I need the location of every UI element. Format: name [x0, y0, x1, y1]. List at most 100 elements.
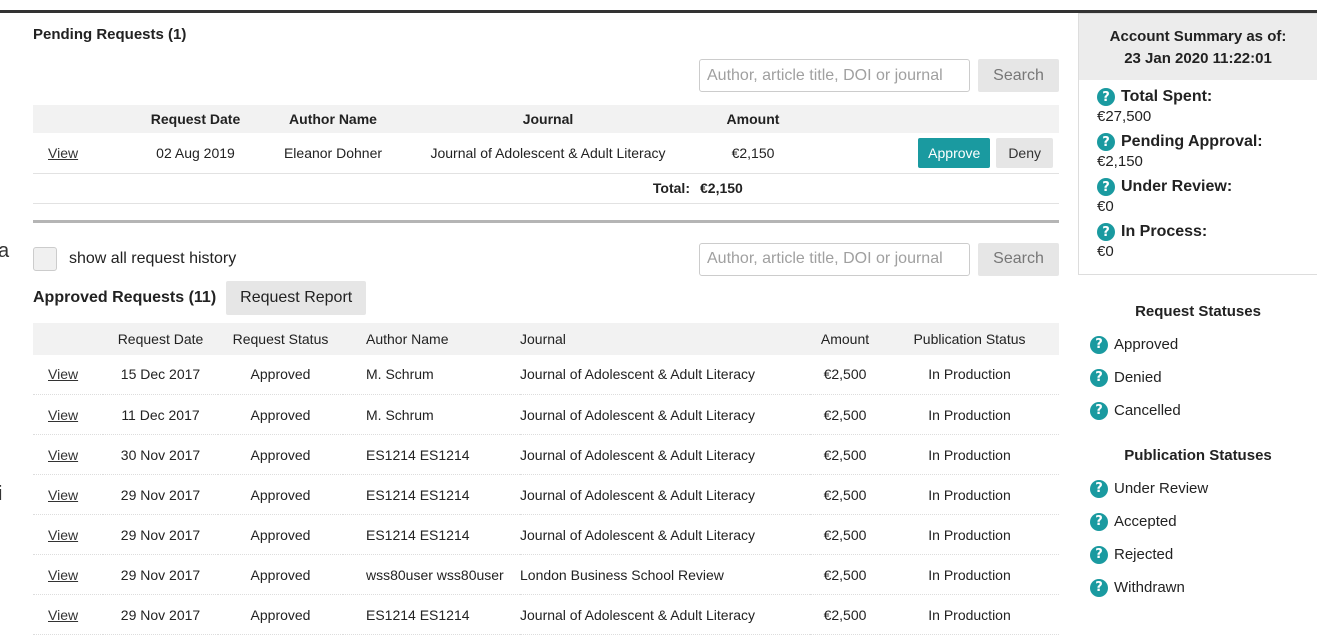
amount: €2,500 [810, 394, 880, 435]
account-sidebar: Account Summary as of: 23 Jan 2020 11:22… [1078, 13, 1317, 604]
account-summary-title: Account Summary as of: [1109, 28, 1287, 45]
request-date: 29 Nov 2017 [103, 554, 218, 595]
view-link[interactable]: View [48, 447, 78, 463]
deny-button[interactable]: Deny [996, 137, 1053, 168]
show-history-option[interactable]: show all request history [33, 247, 236, 271]
publication-status: In Production [880, 394, 1059, 435]
account-summary: Account Summary as of: 23 Jan 2020 11:22… [1078, 13, 1317, 275]
approved-requests-title: Approved Requests (11) [33, 288, 217, 306]
view-link[interactable]: View [48, 407, 78, 423]
question-circle-icon[interactable]: ? [1090, 368, 1108, 387]
status-item: ? Rejected [1078, 538, 1317, 571]
show-history-label: show all request history [69, 250, 237, 267]
request-date: 29 Nov 2017 [103, 474, 218, 515]
column-header: Request Status [218, 322, 343, 355]
total-row: Total: €2,150 [33, 173, 1059, 204]
question-circle-icon[interactable]: ? [1090, 545, 1108, 564]
history-search-bar: Search [699, 242, 1059, 276]
column-header: Request Date [123, 105, 268, 133]
journal-name: Journal of Adolescent & Adult Literacy [520, 514, 810, 555]
table-row: View 15 Dec 2017 Approved M. Schrum Journal … [33, 354, 1059, 395]
edge-text-fragment: i [0, 483, 3, 505]
journal-name: Journal of Adolescent & Adult Literacy [520, 434, 810, 475]
publication-status: In Production [880, 354, 1059, 395]
journal-name: Journal of Adolescent & Adult Literacy [520, 474, 810, 515]
pending-requests-table: Request Date Author Name Journal Amount … [33, 105, 1059, 204]
publication-statuses-title: Publication Statuses [1124, 447, 1272, 464]
question-circle-icon[interactable]: ? [1097, 88, 1115, 106]
view-link[interactable]: View [48, 527, 78, 543]
publication-status: In Production [880, 514, 1059, 555]
status-item: ? Denied [1078, 361, 1317, 394]
edge-text-fragment: a [0, 240, 10, 262]
question-circle-icon[interactable]: ? [1097, 223, 1115, 241]
author-name: wss80user wss80user [343, 554, 520, 595]
status-label: Accepted [1114, 513, 1177, 530]
question-circle-icon[interactable]: ? [1090, 578, 1108, 597]
total-label: Total: [398, 173, 698, 204]
summary-item: ? Pending Approval: €2,150 [1097, 133, 1299, 170]
summary-item: ? In Process: €0 [1097, 223, 1299, 260]
view-link[interactable]: View [48, 145, 78, 161]
history-search-input[interactable] [699, 242, 970, 276]
summary-item: ? Under Review: €0 [1097, 178, 1299, 215]
question-circle-icon[interactable]: ? [1090, 335, 1108, 354]
table-header-row: Request Date Author Name Journal Amount [33, 105, 1059, 133]
view-cell: View [33, 434, 103, 475]
question-circle-icon[interactable]: ? [1090, 512, 1108, 531]
request-status: Approved [218, 354, 343, 395]
history-search-button[interactable]: Search [978, 242, 1059, 276]
total-value: €2,150 [698, 173, 808, 204]
request-date: 29 Nov 2017 [103, 514, 218, 555]
view-link[interactable]: View [48, 567, 78, 583]
amount: €2,500 [810, 354, 880, 395]
table-row: View 02 Aug 2019 Eleanor Dohner Journal … [33, 133, 1059, 174]
view-cell: View [33, 474, 103, 515]
summary-value: €2,150 [1097, 153, 1143, 170]
approved-table-body: View 15 Dec 2017 Approved M. Schrum Journal … [33, 354, 1059, 635]
approve-button[interactable]: Approve [918, 137, 991, 168]
request-statuses-title: Request Statuses [1135, 303, 1261, 320]
status-label: Denied [1114, 369, 1162, 386]
request-date: 02 Aug 2019 [123, 133, 268, 174]
amount: €2,500 [810, 434, 880, 475]
author-name: M. Schrum [343, 394, 520, 435]
publication-status-list: ? Under Review? Accepted? Rejected? Withdraw… [1078, 472, 1317, 604]
approved-requests-table: Request Date Request Status Author Name … [33, 322, 1059, 635]
author-name: ES1214 ES1214 [343, 474, 520, 515]
summary-label-text: In Process: [1121, 223, 1208, 240]
question-circle-icon[interactable]: ? [1090, 401, 1108, 420]
summary-label-text: Pending Approval: [1121, 133, 1263, 150]
question-circle-icon[interactable]: ? [1097, 133, 1115, 151]
author-name: ES1214 ES1214 [343, 594, 520, 635]
table-row: View 29 Nov 2017 Approved ES1214 ES1214 Jour… [33, 594, 1059, 635]
summary-label-text: Total Spent: [1121, 88, 1213, 105]
summary-value: €27,500 [1097, 108, 1152, 125]
question-circle-icon[interactable]: ? [1097, 178, 1115, 196]
view-cell: View [33, 394, 103, 435]
summary-label: ? Total Spent: [1097, 88, 1299, 106]
request-status: Approved [218, 434, 343, 475]
request-status: Approved [218, 394, 343, 435]
amount: €2,500 [810, 594, 880, 635]
view-link[interactable]: View [48, 607, 78, 623]
view-link[interactable]: View [48, 366, 78, 382]
pending-search-button[interactable]: Search [978, 59, 1059, 92]
main-content: Pending Requests (1) Search Request Date… [33, 13, 1059, 635]
author-name: Eleanor Dohner [268, 133, 398, 174]
request-status: Approved [218, 474, 343, 515]
summary-label: ? Under Review: [1097, 178, 1299, 196]
amount: €2,150 [698, 133, 808, 174]
table-row: View 29 Nov 2017 Approved ES1214 ES1214 Jour… [33, 514, 1059, 555]
request-report-button[interactable]: Request Report [226, 280, 367, 315]
author-name: ES1214 ES1214 [343, 514, 520, 555]
view-link[interactable]: View [48, 487, 78, 503]
question-circle-icon[interactable]: ? [1090, 479, 1108, 498]
show-history-checkbox[interactable] [33, 247, 57, 271]
pending-requests-title: Pending Requests (1) [33, 26, 187, 43]
pending-search-input[interactable] [699, 59, 970, 92]
table-row: View 29 Nov 2017 Approved wss80user wss80us… [33, 554, 1059, 595]
column-header: Request Date [103, 322, 218, 355]
account-summary-timestamp: 23 Jan 2020 11:22:01 [1124, 50, 1272, 67]
history-controls: show all request history Search [33, 242, 1059, 276]
